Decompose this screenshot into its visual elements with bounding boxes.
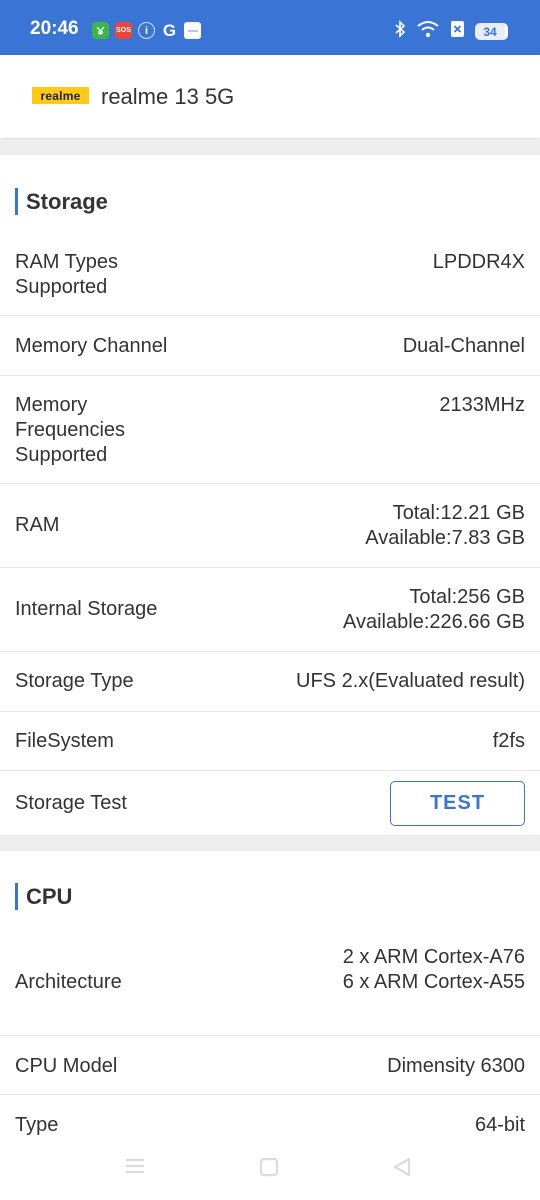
row-storage-test: Storage Test TEST <box>0 771 540 835</box>
row-filesystem: FileSystem f2fs <box>0 712 540 771</box>
section-divider <box>0 139 540 155</box>
row-cpu-model: CPU Model Dimensity 6300 <box>0 1036 540 1095</box>
row-label: Storage Test <box>15 792 127 814</box>
system-icons: 34 <box>394 20 508 43</box>
row-storage-type: Storage Type UFS 2.x(Evaluated result) <box>0 652 540 712</box>
home-icon[interactable] <box>259 1157 279 1182</box>
row-architecture: Architecture 2 x ARM Cortex-A76 6 x ARM … <box>0 931 540 1036</box>
row-value: Dimensity 6300 <box>387 1055 525 1077</box>
row-label: Storage Type <box>15 670 134 692</box>
row-value: Dual-Channel <box>402 335 525 357</box>
row-ram-types: RAM Types Supported LPDDR4X <box>0 236 540 316</box>
wifi-icon <box>416 20 440 43</box>
row-label: RAM Types Supported <box>15 251 118 298</box>
test-button[interactable]: TEST <box>390 781 525 826</box>
row-label: CPU Model <box>15 1055 118 1077</box>
cpu-section: CPU Architecture 2 x ARM Cortex-A76 6 x … <box>0 851 540 1137</box>
row-value: Total:256 GB Available:226.66 GB <box>343 585 525 635</box>
row-label: FileSystem <box>15 730 114 752</box>
menu-icon[interactable] <box>125 1157 145 1180</box>
bluetooth-icon <box>394 20 406 43</box>
ram-available: Available:7.83 GB <box>365 527 525 549</box>
storage-section: Storage RAM Types Supported LPDDR4X Memo… <box>0 155 540 835</box>
row-internal-storage: Internal Storage Total:256 GB Available:… <box>0 568 540 652</box>
status-bar: 20:46 SOS i G 34 <box>0 0 540 55</box>
storage-total: Total:256 GB <box>409 586 525 608</box>
row-label: Type <box>15 1114 59 1136</box>
app-icon <box>184 22 201 39</box>
row-type: Type 64-bit <box>0 1095 540 1137</box>
row-label: Internal Storage <box>15 598 158 620</box>
info-icon: i <box>138 22 155 39</box>
row-value: 2133MHz <box>439 394 525 416</box>
row-value: LPDDR4X <box>432 251 525 273</box>
notification-icons: SOS i G <box>92 20 201 40</box>
row-value: UFS 2.x(Evaluated result) <box>296 670 525 692</box>
wallet-icon <box>92 22 109 39</box>
device-name: realme 13 5G <box>101 84 235 109</box>
battery-icon: 34 <box>475 23 508 40</box>
google-icon: G <box>162 20 177 40</box>
brand-logo: realme <box>32 87 89 104</box>
row-ram: RAM Total:12.21 GB Available:7.83 GB <box>0 484 540 568</box>
row-value: 2 x ARM Cortex-A76 6 x ARM Cortex-A55 <box>343 945 525 995</box>
row-label: Architecture <box>15 971 122 993</box>
cpu-cluster-2: 6 x ARM Cortex-A55 <box>342 971 525 993</box>
back-icon[interactable] <box>392 1157 412 1182</box>
storage-available: Available:226.66 GB <box>343 611 525 633</box>
sos-icon: SOS <box>115 22 132 39</box>
row-memory-channel: Memory Channel Dual-Channel <box>0 316 540 376</box>
row-value: 64-bit <box>474 1114 525 1136</box>
row-label: RAM <box>15 514 60 536</box>
section-divider <box>0 835 540 851</box>
device-header: realme realme 13 5G <box>0 55 540 138</box>
row-value: Total:12.21 GB Available:7.83 GB <box>365 501 525 551</box>
row-label: Memory Frequencies Supported <box>15 394 126 466</box>
row-label: Memory Channel <box>15 335 168 357</box>
cpu-cluster-1: 2 x ARM Cortex-A76 <box>342 946 525 968</box>
no-sim-icon <box>450 20 465 43</box>
section-title-storage: Storage <box>15 188 108 215</box>
ram-total: Total:12.21 GB <box>392 502 525 524</box>
status-time: 20:46 <box>30 18 79 39</box>
navigation-bar <box>0 1137 540 1200</box>
row-value: f2fs <box>492 730 525 752</box>
row-memory-frequencies: Memory Frequencies Supported 2133MHz <box>0 376 540 484</box>
section-title-cpu: CPU <box>15 883 72 910</box>
